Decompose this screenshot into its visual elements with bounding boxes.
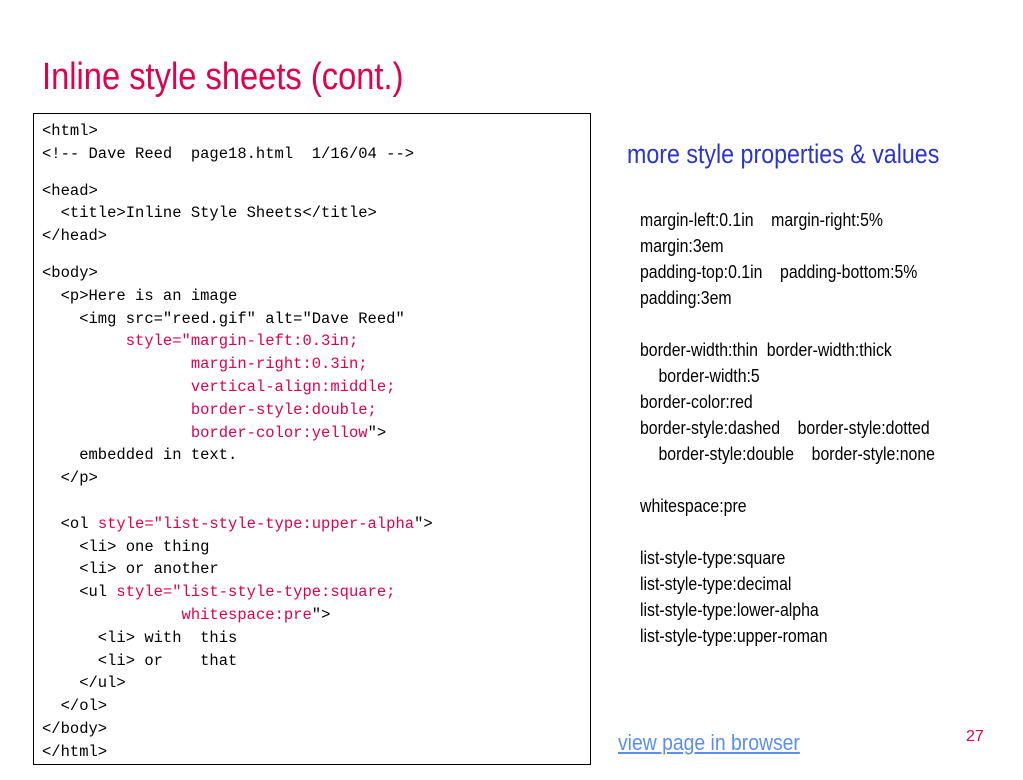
code-text: <p>Here is an image [42,286,238,305]
code-style-attribute: border-style:double; [190,400,377,419]
code-line: <li> or another [42,558,590,581]
code-text: <html> [42,122,98,140]
properties-list: margin-left:0.1in margin-right:5% margin:… [640,207,1020,649]
code-line: <li> or that [42,650,590,673]
code-text: <li> or that [42,651,238,670]
code-line: <p>Here is an image [42,285,590,308]
code-text: <head> [42,181,98,200]
code-text: <title>Inline Style Sheets</title> [42,204,377,223]
code-text: <body> [42,263,98,282]
properties-heading: more style properties & values [627,139,940,169]
code-line: vertical-align:middle; [42,376,590,399]
view-page-in-browser-link[interactable]: view page in browser [618,729,800,757]
property-line: border-width:5 [658,366,760,386]
code-line: border-color:yellow"> [42,422,590,445]
code-text: </body> [42,719,108,738]
property-line: margin-left:0.1in margin-right:5% [640,210,883,230]
code-line: <li> with this [42,627,590,650]
code-text: embedded in text. [42,446,238,465]
code-style-attribute: style="list-style-type:square; [116,583,396,602]
code-line: whitespace:pre"> [42,604,590,627]
code-line: </html> [42,741,590,764]
property-line: border-color:red [640,392,753,412]
code-line: </p> [42,467,590,490]
code-line: <body> [42,262,590,285]
code-style-attribute: border-color:yellow [190,423,368,442]
code-line: <ul style="list-style-type:square; [42,581,590,604]
code-text: </ol> [42,697,108,716]
code-line: margin-right:0.3in; [42,353,590,376]
code-line: <!-- Dave Reed page18.html 1/16/04 --> [42,143,590,166]
code-line: </body> [42,718,590,741]
slide-title: Inline style sheets (cont.) [42,56,404,98]
property-line: list-style-type:lower-alpha [640,600,819,620]
code-text: <li> or another [42,560,219,579]
code-line: <html> [42,120,590,143]
code-line: <ol style="list-style-type:upper-alpha"> [42,513,590,536]
code-line: <img src="reed.gif" alt="Dave Reed" [42,308,590,331]
code-line: style="margin-left:0.3in; [42,330,590,353]
code-line: <title>Inline Style Sheets</title> [42,202,590,225]
code-line: </head> [42,225,590,248]
property-line: border-width:thin border-width:thick [640,340,892,360]
code-text: <ol [42,514,98,533]
code-text: "> [311,605,331,624]
page-number: 27 [966,728,984,745]
code-line: </ol> [42,695,590,718]
code-line: border-style:double; [42,399,590,422]
code-text: </ul> [42,674,126,693]
code-text: <li> with this [42,628,238,647]
code-line: </ul> [42,672,590,695]
code-style-attribute: vertical-align:middle; [190,377,396,396]
code-style-attribute: margin-right:0.3in; [190,355,368,374]
code-style-attribute: style="margin-left:0.3in; [125,332,359,351]
property-line: border-style:double border-style:none [658,444,935,464]
property-line: padding-top:0.1in padding-bottom:5% [640,262,918,282]
code-text: "> [367,423,387,442]
property-line: list-style-type:upper-roman [640,626,828,646]
code-line: <li> one thing [42,536,590,559]
code-style-attribute: style="list-style-type:upper-alpha [97,514,415,533]
property-line: margin:3em [640,236,724,256]
code-line: embedded in text. [42,444,590,467]
code-text: </head> [42,227,108,246]
code-style-attribute: whitespace:pre [181,605,312,624]
property-line: whitespace:pre [640,496,747,516]
property-line: padding:3em [640,288,732,308]
property-line: list-style-type:square [640,548,786,568]
property-line: list-style-type:decimal [640,574,792,594]
code-text: "> [414,514,433,533]
code-text: <img src="reed.gif" alt="Dave Reed" [42,309,405,328]
code-text: <ul [42,583,117,602]
code-text: </html> [42,742,108,761]
code-listing-box: <html> <!-- Dave Reed page18.html 1/16/04… [33,113,591,765]
property-line: border-style:dashed border-style:dotted [640,418,930,438]
code-line: <head> [42,180,590,203]
code-text: <!-- Dave Reed page18.html 1/16/04 --> [42,144,415,163]
code-text: </p> [42,469,98,488]
code-text: <li> one thing [42,537,210,556]
